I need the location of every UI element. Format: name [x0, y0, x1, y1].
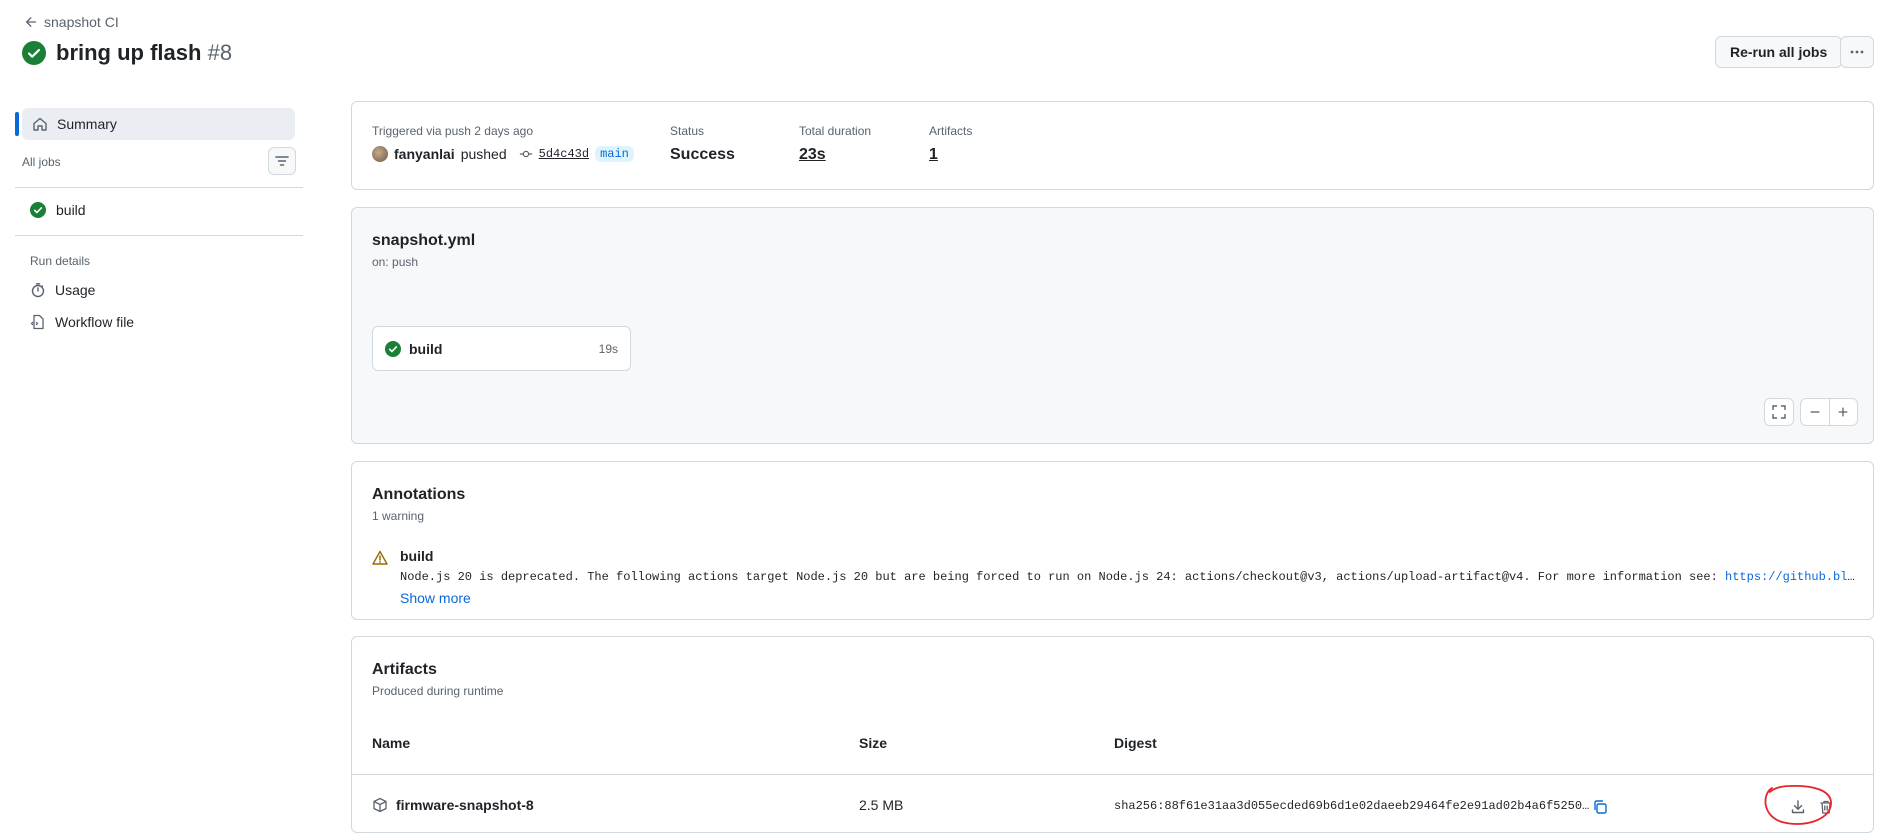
page-title: bring up flash #8 — [22, 40, 232, 66]
column-header-name: Name — [372, 735, 411, 751]
sidebar-job-label: build — [56, 202, 86, 218]
run-details-heading: Run details — [30, 254, 91, 268]
file-code-icon — [30, 314, 44, 330]
duration-label: Total duration — [799, 124, 872, 138]
row-divider — [352, 774, 1873, 775]
stopwatch-icon — [31, 283, 45, 298]
actor-link[interactable]: fanyanlai — [394, 146, 455, 162]
duration-info: Total duration 23s — [799, 124, 871, 164]
graph-job-name: build — [409, 340, 443, 357]
commit-icon — [519, 150, 532, 158]
annotation-message: Node.js 20 is deprecated. The following … — [400, 570, 1855, 584]
annotation-title[interactable]: build — [400, 548, 433, 564]
annotations-title: Annotations — [372, 486, 466, 503]
artifacts-count-link[interactable]: 1 — [929, 146, 972, 164]
column-header-digest: Digest — [1114, 735, 1157, 751]
filter-jobs-button[interactable] — [268, 147, 296, 175]
back-link-label: snapshot CI — [44, 14, 119, 30]
artifact-name-link[interactable]: firmware-snapshot-8 — [396, 797, 534, 813]
filter-icon — [275, 156, 289, 166]
sidebar-divider — [15, 187, 303, 188]
status-value: Success — [670, 146, 735, 163]
sidebar-usage-label: Usage — [55, 282, 96, 298]
graph-job-duration: 19s — [598, 341, 618, 356]
zoom-in-button[interactable] — [1830, 399, 1858, 425]
download-artifact-button[interactable] — [1787, 796, 1809, 818]
sidebar-divider — [15, 235, 303, 236]
status-label: Status — [670, 124, 705, 138]
home-icon — [33, 117, 47, 131]
kebab-horizontal-icon — [1850, 50, 1864, 54]
package-icon — [373, 797, 387, 813]
table-row: firmware-snapshot-8 — [372, 797, 534, 813]
minus-icon — [1810, 411, 1820, 413]
sidebar-item-workflow-file[interactable]: Workflow file — [30, 314, 134, 330]
commit-sha-link[interactable]: 5d4c43d — [539, 147, 589, 161]
success-check-icon — [30, 202, 46, 218]
fullscreen-icon — [1772, 405, 1786, 419]
artifacts-count-label: Artifacts — [929, 124, 973, 138]
sidebar-workflow-file-label: Workflow file — [55, 314, 135, 330]
artifacts-subtitle: Produced during runtime — [372, 684, 504, 698]
action-text: pushed — [460, 146, 507, 162]
fullscreen-button[interactable] — [1764, 398, 1794, 426]
trigger-info: Triggered via push 2 days ago fanyanlai … — [372, 124, 634, 162]
arrow-left-icon — [25, 17, 37, 27]
graph-job-build[interactable]: build 19s — [372, 326, 631, 371]
run-number: #8 — [207, 40, 233, 65]
branch-label[interactable]: main — [595, 146, 634, 162]
zoom-out-button[interactable] — [1801, 399, 1829, 425]
delete-artifact-button[interactable] — [1815, 796, 1837, 818]
copy-icon — [1594, 800, 1607, 814]
sidebar-item-usage[interactable]: Usage — [30, 282, 95, 298]
plus-icon — [1838, 407, 1848, 417]
artifact-digest: sha256:88f61e31aa3d055ecded69b6d1e02daee… — [1114, 799, 1594, 813]
column-header-size: Size — [859, 735, 888, 751]
annotation-message-text: Node.js 20 is deprecated. The following … — [400, 570, 1726, 584]
annotations-count: 1 warning — [372, 509, 425, 523]
trigger-label: Triggered via push 2 days ago — [372, 124, 533, 138]
artifact-size: 2.5 MB — [859, 797, 904, 813]
all-jobs-heading: All jobs — [22, 155, 61, 169]
annotations-card: Annotations 1 warning build Node.js 20 i… — [351, 461, 1874, 620]
success-check-icon — [22, 41, 46, 65]
avatar[interactable] — [372, 146, 388, 162]
success-check-icon — [385, 340, 401, 357]
trash-icon — [1820, 800, 1832, 814]
annotation-link[interactable]: https://github.blog/changelog/2025-… — [1725, 570, 1855, 584]
workflow-graph: snapshot.yml on: push build 19s — [351, 207, 1874, 444]
show-more-link[interactable]: Show more — [400, 590, 471, 606]
active-indicator — [15, 112, 19, 136]
download-icon — [1791, 800, 1805, 814]
duration-link[interactable]: 23s — [799, 146, 871, 164]
rerun-all-jobs-button[interactable]: Re-run all jobs — [1715, 36, 1843, 68]
zoom-controls — [1800, 398, 1858, 426]
artifacts-title: Artifacts — [372, 661, 437, 678]
artifacts-card: Artifacts Produced during runtime Name S… — [351, 636, 1874, 833]
status-info: Status Success — [670, 124, 735, 164]
warning-icon — [372, 550, 388, 565]
more-options-button[interactable] — [1840, 36, 1874, 68]
run-title-text: bring up flash — [56, 40, 202, 65]
sidebar-item-build[interactable]: build — [30, 202, 86, 218]
workflow-trigger: on: push — [372, 255, 419, 269]
run-summary-card: Triggered via push 2 days ago fanyanlai … — [351, 101, 1874, 190]
artifacts-info: Artifacts 1 — [929, 124, 972, 164]
copy-digest-button[interactable] — [1590, 797, 1610, 817]
sidebar-summary-label: Summary — [57, 116, 117, 132]
sidebar-item-summary[interactable]: Summary — [22, 108, 295, 140]
back-link[interactable]: snapshot CI — [24, 14, 119, 30]
workflow-name: snapshot.yml — [372, 232, 476, 249]
